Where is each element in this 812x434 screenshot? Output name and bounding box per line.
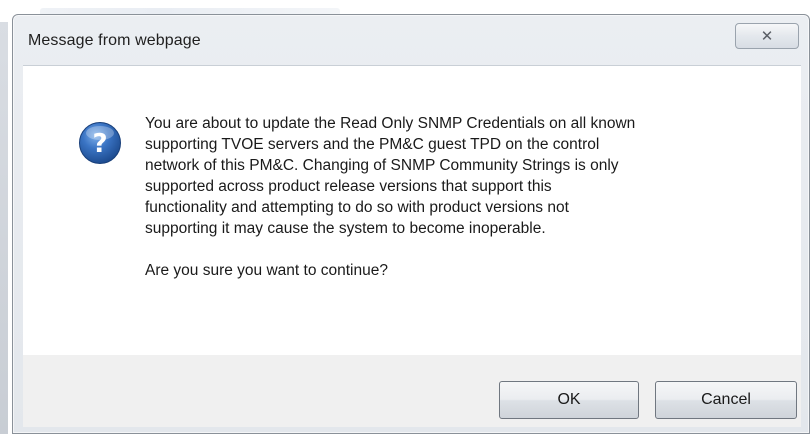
dialog-button-bar: OK Cancel — [23, 355, 801, 427]
message-line: supporting it may cause the system to be… — [145, 220, 546, 237]
dialog-content: ? You are about to update the Read Only … — [23, 65, 801, 355]
message-dialog: Message from webpage ✕ ? You are about t… — [12, 14, 810, 434]
question-icon: ? — [79, 122, 121, 164]
dialog-title: Message from webpage — [28, 32, 201, 49]
message-line: network of this PM&C. Changing of SNMP C… — [145, 157, 619, 174]
svg-text:?: ? — [92, 129, 107, 159]
message-line: supported across product release version… — [145, 178, 552, 195]
close-button[interactable]: ✕ — [735, 23, 799, 49]
message-body: You are about to update the Read Only SN… — [145, 113, 785, 239]
close-icon: ✕ — [760, 26, 774, 45]
dialog-titlebar[interactable]: Message from webpage ✕ — [13, 15, 809, 65]
message-line: functionality and attempting to do so wi… — [145, 199, 569, 216]
background-edge — [0, 22, 8, 434]
message-line: supporting TVOE servers and the PM&C gue… — [145, 136, 600, 153]
cancel-button[interactable]: Cancel — [655, 381, 797, 419]
dialog-message: You are about to update the Read Only SN… — [145, 113, 785, 281]
message-line: You are about to update the Read Only SN… — [145, 115, 636, 132]
confirm-question: Are you sure you want to continue? — [145, 262, 388, 279]
ok-button[interactable]: OK — [499, 381, 639, 419]
